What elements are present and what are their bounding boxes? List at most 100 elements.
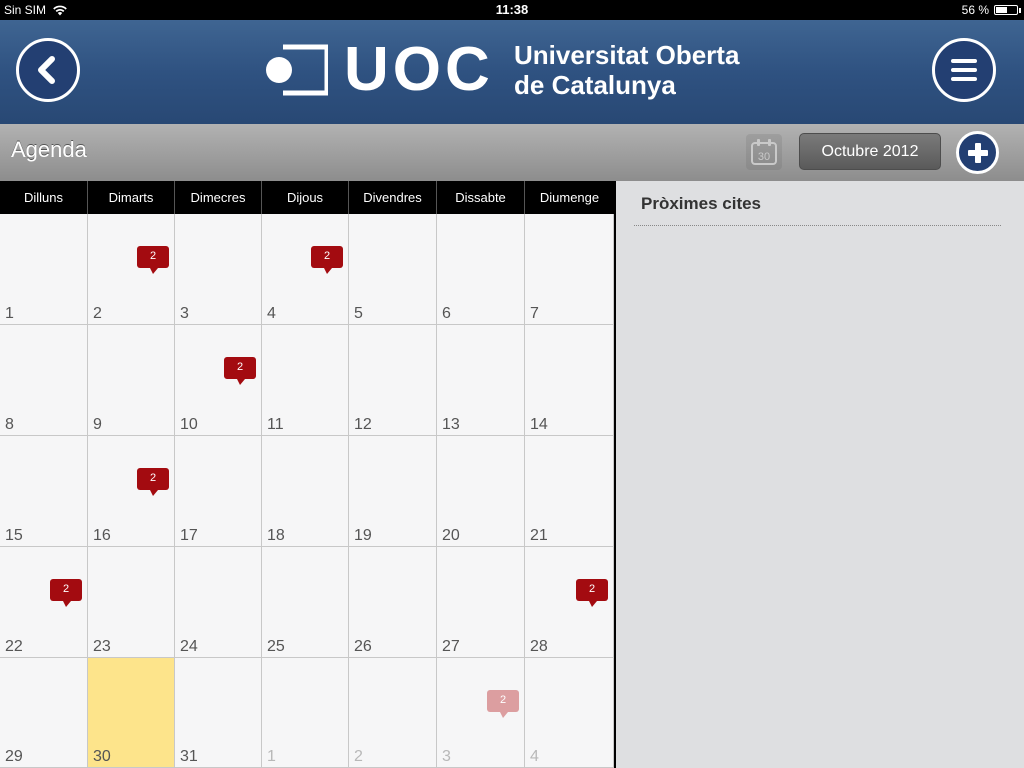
calendar-day-cell[interactable]: 29 [0,658,88,768]
day-number: 18 [267,527,285,544]
calendar-icon: 30 [751,139,777,165]
day-number: 27 [442,638,460,655]
day-number: 1 [267,748,276,765]
day-number: 12 [354,416,372,433]
day-number: 3 [180,305,189,322]
calendar-day-cell[interactable]: 12 [349,325,437,436]
calendar-day-cell[interactable]: 28 2 [525,547,614,658]
day-number: 15 [5,527,23,544]
calendar-day-cell[interactable]: 31 [175,658,262,768]
calendar-day-cell[interactable]: 9 [88,325,175,436]
day-number: 10 [180,416,198,433]
agenda-toolbar: Agenda 30 Octubre 2012 [0,124,1024,181]
event-count-badge[interactable]: 2 [137,468,169,496]
event-count-badge[interactable]: 2 [137,246,169,274]
event-count-badge[interactable]: 2 [576,579,608,607]
day-number: 2 [93,305,102,322]
university-line-1: Universitat Oberta [514,40,740,70]
calendar-day-cell[interactable]: 20 [437,436,525,547]
day-number: 19 [354,527,372,544]
calendar-day-cell[interactable]: 3 [175,214,262,325]
calendar-day-cell[interactable]: 42 [262,214,349,325]
divider [634,225,1001,226]
day-number: 2 [354,748,363,765]
day-number: 23 [93,638,111,655]
clock: 11:38 [495,2,529,17]
day-number: 13 [442,416,460,433]
day-number: 20 [442,527,460,544]
day-number: 24 [180,638,198,655]
calendar-day-cell[interactable]: 7 [525,214,614,325]
calendar-day-cell[interactable]: 15 [0,436,88,547]
calendar-day-cell[interactable]: 16 2 [88,436,175,547]
day-number: 21 [530,527,548,544]
logo-text: UOC [344,35,494,104]
day-number: 25 [267,638,285,655]
calendar-day-cell[interactable]: 4 [525,658,614,768]
menu-button[interactable] [932,38,996,102]
event-count-badge[interactable]: 2 [487,690,519,718]
day-number: 28 [530,638,548,655]
university-line-2: de Catalunya [514,70,676,100]
hamburger-menu-icon [951,59,977,81]
calendar-day-cell[interactable]: 14 [525,325,614,436]
university-name: Universitat Oberta de Catalunya [514,40,739,100]
weekday-label: Dimarts [88,181,175,214]
page-title: Agenda [11,137,87,162]
battery-percent: 56 % [961,3,989,17]
day-number: 3 [442,748,451,765]
battery-icon [994,5,1021,15]
day-number: 7 [530,305,539,322]
chevron-left-icon [38,56,55,84]
day-number: 14 [530,416,548,433]
day-number: 26 [354,638,372,655]
calendar-day-cell[interactable]: 27 [437,547,525,658]
weekday-label: Dilluns [0,181,88,214]
calendar-day-cell[interactable]: 25 [262,547,349,658]
upcoming-appointments-panel: Pròximes cites [616,181,1024,768]
calendar-day-cell[interactable]: 17 [175,436,262,547]
day-number: 16 [93,527,111,544]
calendar-day-cell[interactable]: 2 [349,658,437,768]
calendar-day-cell[interactable]: 23 [88,547,175,658]
day-number: 31 [180,748,198,765]
calendar-day-cell[interactable]: 22 [88,214,175,325]
calendar-day-cell[interactable]: 13 [437,325,525,436]
day-number: 5 [354,305,363,322]
weekday-label: Dissabte [437,181,525,214]
calendar-day-cell[interactable]: 24 [175,547,262,658]
calendar-day-cell[interactable]: 10 2 [175,325,262,436]
calendar-day-cell[interactable]: 1 [0,214,88,325]
calendar-day-cell-today[interactable]: 30 [88,658,175,768]
event-count-badge[interactable]: 2 [311,246,343,274]
event-count-badge[interactable]: 2 [50,579,82,607]
calendar-day-cell[interactable]: 32 [437,658,525,768]
calendar-day-cell[interactable]: 19 [349,436,437,547]
calendar-day-cell[interactable]: 1 [262,658,349,768]
logo-mark-icon [266,43,330,97]
day-number: 6 [442,305,451,322]
month-selector-button[interactable]: Octubre 2012 [799,133,941,170]
weekday-label: Dijous [262,181,349,214]
weekday-label: Divendres [349,181,437,214]
day-number: 11 [267,416,284,433]
uoc-logo: UOC [266,35,494,104]
calendar-day-cell[interactable]: 8 [0,325,88,436]
day-number: 4 [267,305,276,322]
event-count-badge[interactable]: 2 [224,357,256,385]
status-bar: Sin SIM 11:38 56 % [0,0,1024,20]
calendar-grid: 1 2 2 3 4 2 5 6 7 8 9 10 2 11 12 13 14 15 16 2 17 18 19 20 21 22 2… [0,214,614,768]
calendar-day-cell[interactable]: 18 [262,436,349,547]
add-event-button[interactable] [956,131,999,174]
calendar-day-cell[interactable]: 5 [349,214,437,325]
calendar-day-cell[interactable]: 11 [262,325,349,436]
calendar-day-cell[interactable]: 22 2 [0,547,88,658]
day-number: 30 [93,748,111,765]
calendar-day-cell[interactable]: 6 [437,214,525,325]
day-number: 9 [93,416,102,433]
back-button[interactable] [16,38,80,102]
month-calendar: Dilluns Dimarts Dimecres Dijous Divendres Dis… [0,181,614,768]
calendar-day-cell[interactable]: 26 [349,547,437,658]
calendar-day-cell[interactable]: 21 [525,436,614,547]
today-calendar-button[interactable]: 30 [746,134,782,170]
